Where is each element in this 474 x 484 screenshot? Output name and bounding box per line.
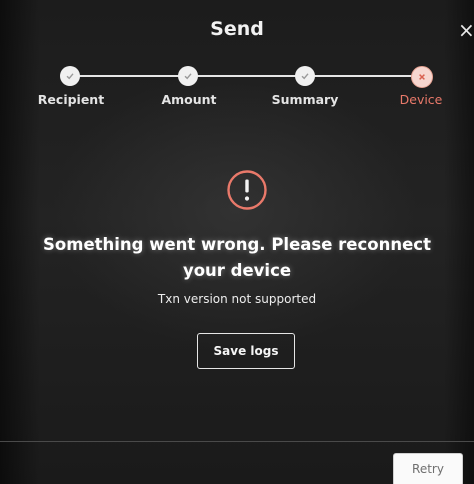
- error-title: Something went wrong. Please reconnect y…: [43, 235, 431, 280]
- step-label-recipient: Recipient: [37, 92, 105, 107]
- send-error-screen: Send × Recipient Amount Summary Device S…: [0, 0, 474, 484]
- step-device-x-icon: [411, 66, 433, 88]
- step-label-summary: Summary: [271, 92, 339, 107]
- save-logs-button[interactable]: Save logs: [197, 333, 295, 369]
- stepper-line: [70, 75, 422, 77]
- footer-divider: [0, 441, 474, 442]
- step-amount-check-icon: [178, 66, 198, 86]
- page-title: Send: [210, 18, 264, 40]
- error-detail: Txn version not supported: [157, 292, 317, 306]
- retry-button[interactable]: Retry: [393, 453, 463, 484]
- step-label-amount: Amount: [161, 92, 217, 107]
- step-recipient-check-icon: [60, 66, 80, 86]
- close-icon[interactable]: ×: [458, 20, 474, 40]
- step-label-device: Device: [399, 92, 443, 107]
- alert-circle-icon: [225, 168, 269, 212]
- step-summary-check-icon: [295, 66, 315, 86]
